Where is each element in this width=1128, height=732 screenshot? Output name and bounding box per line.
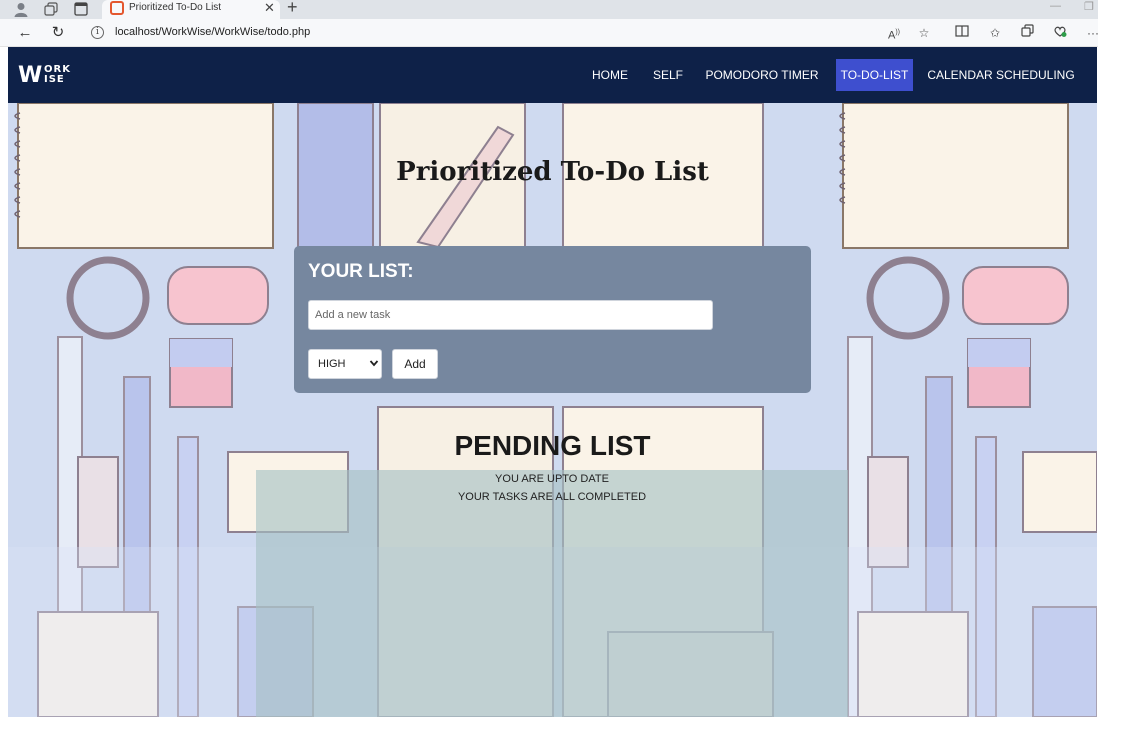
browser-window: Prioritized To-Do List ✕ + — ❐ ← ↻ i loc… xyxy=(0,0,1128,732)
logo-letter: W xyxy=(18,63,42,88)
collections-icon[interactable] xyxy=(43,1,59,17)
extensions-icon[interactable] xyxy=(1051,24,1069,42)
page-viewport: W ORK ISE HOME SELF POMODORO TIMER TO-DO… xyxy=(8,47,1097,717)
workwise-logo[interactable]: W ORK ISE xyxy=(18,63,98,88)
pending-status-line-1: YOU ARE UPTO DATE xyxy=(495,473,609,485)
url-field[interactable]: localhost/WorkWise/WorkWise/todo.php xyxy=(115,26,310,38)
page-title: Prioritized To-Do List xyxy=(396,157,709,187)
read-aloud-icon[interactable]: A)) xyxy=(885,24,903,42)
tab-actions-icon[interactable] xyxy=(73,1,89,17)
your-list-card: YOUR LIST: HIGH Add xyxy=(294,246,811,393)
nav-self[interactable]: SELF xyxy=(648,59,688,91)
star-icon[interactable]: ☆ xyxy=(915,24,933,42)
collections-icon[interactable] xyxy=(1019,24,1037,42)
favicon-icon xyxy=(110,1,124,15)
new-task-input[interactable] xyxy=(308,300,713,330)
tab-title: Prioritized To-Do List xyxy=(129,2,222,13)
minimize-icon[interactable]: — xyxy=(1050,0,1061,12)
chevron-down-icon xyxy=(369,356,379,373)
more-icon[interactable]: ··· xyxy=(1084,24,1102,42)
refresh-icon[interactable]: ↻ xyxy=(48,23,68,43)
pending-list-title: PENDING LIST xyxy=(454,430,651,461)
window-right-edge xyxy=(1098,47,1128,732)
favorites-icon[interactable]: ✩ xyxy=(986,24,1004,42)
card-heading: YOUR LIST: xyxy=(308,261,414,282)
logo-text-bottom: ISE xyxy=(44,74,65,85)
close-icon[interactable]: ✕ xyxy=(264,0,275,16)
split-screen-icon[interactable] xyxy=(953,24,971,42)
nav-to-do-list[interactable]: TO-DO-LIST xyxy=(836,59,913,91)
pending-status-line-2: YOUR TASKS ARE ALL COMPLETED xyxy=(457,491,647,503)
pending-list-panel: YOU ARE UPTO DATE YOUR TASKS ARE ALL COM… xyxy=(256,470,848,717)
top-navbar: W ORK ISE HOME SELF POMODORO TIMER TO-DO… xyxy=(8,47,1097,103)
browser-tab[interactable]: Prioritized To-Do List ✕ xyxy=(102,0,280,19)
priority-value: HIGH xyxy=(318,358,346,370)
address-bar: ← ↻ i localhost/WorkWise/WorkWise/todo.p… xyxy=(0,19,1099,47)
info-icon[interactable]: i xyxy=(91,26,104,39)
profile-icon[interactable] xyxy=(13,1,29,17)
nav-home[interactable]: HOME xyxy=(586,59,634,91)
priority-select[interactable]: HIGH xyxy=(308,349,382,379)
nav-calendar-scheduling[interactable]: CALENDAR SCHEDULING xyxy=(927,59,1075,91)
plus-icon[interactable]: + xyxy=(287,0,298,18)
tab-strip: Prioritized To-Do List ✕ + — ❐ xyxy=(0,0,1098,19)
nav-pomodoro-timer[interactable]: POMODORO TIMER xyxy=(702,59,822,91)
window-bottom-edge xyxy=(0,717,1128,732)
add-task-button[interactable]: Add xyxy=(392,349,438,379)
back-arrow-icon[interactable]: ← xyxy=(15,23,35,43)
restore-icon[interactable]: ❐ xyxy=(1084,0,1094,13)
